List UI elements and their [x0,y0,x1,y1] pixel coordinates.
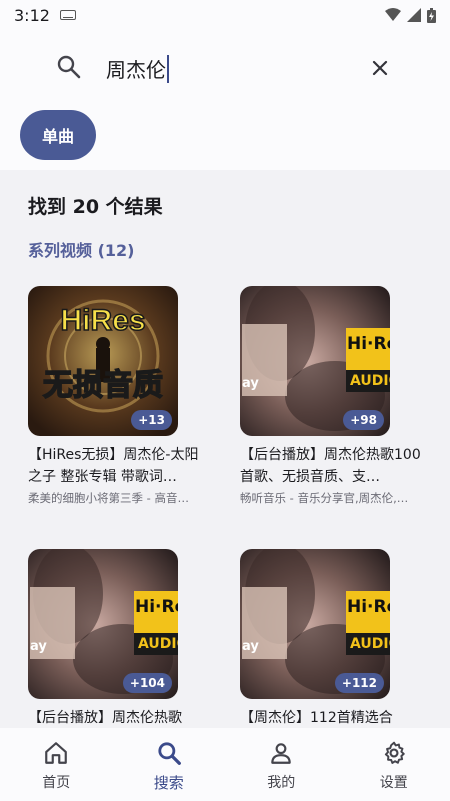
thumb-logo-sub: AUDIO [350,636,390,652]
thumb-logo-text: Hi·Res [347,597,390,617]
count-badge: +13 [131,410,172,430]
video-title: 【后台播放】周杰伦热歌100首歌、无损音质、支… [240,447,421,485]
close-icon[interactable] [368,56,392,80]
thumb-bottom-text: 无损音质 [42,367,164,404]
nav-item-profile[interactable]: 我的 [225,728,338,801]
search-input[interactable]: 周杰伦 [106,54,169,83]
battery-icon [427,7,436,23]
video-subtitle: 畅听音乐 - 音乐分享官,周杰伦,… [240,491,409,505]
nav-label: 搜索 [153,774,184,792]
video-title: 【周杰伦】112首精选合 [240,710,393,726]
search-icon [158,742,181,765]
search-header: 周杰伦 单曲 [0,30,450,170]
text-caret [167,54,169,83]
home-icon [45,742,68,764]
video-thumbnail: Hi·Res AUDIO ay +104 [28,549,178,699]
count-badge: +104 [122,673,172,693]
status-icons [385,7,436,23]
search-icon [57,55,81,79]
gear-icon [384,741,405,764]
person-icon [271,743,291,764]
signal-icon [407,8,421,22]
thumb-side-text: ay [30,639,47,654]
thumb-logo-text: Hi·Res [347,334,390,354]
filter-chip-single[interactable]: 单曲 [20,110,96,160]
video-subtitle: 柔美的细胞小将第三季 - 高音… [28,491,189,505]
nav-item-settings[interactable]: 设置 [338,728,450,801]
bottom-navigation: 首页 搜索 我的 设置 [0,728,450,801]
thumb-logo-sub: AUDIO [350,373,390,389]
results-summary: 找到 20 个结果 [28,196,163,218]
nav-item-search[interactable]: 搜索 [113,728,226,801]
thumb-top-text: HiRes [60,303,147,338]
status-time: 3:12 [14,5,50,25]
thumb-logo-sub: AUDIO [138,636,178,652]
thumb-logo-text: Hi·Res [135,597,178,617]
nav-label: 设置 [379,775,408,791]
video-card[interactable]: Hi·Res AUDIO ay +104 【后台播放】周杰伦热歌 [28,549,213,729]
count-badge: +98 [343,410,384,430]
section-title: 系列视频 (12) [28,241,135,260]
thumb-side-text: ay [242,376,259,391]
keyboard-icon [59,10,76,20]
video-card[interactable]: HiRes 无损音质 +13 【HiRes无损】周杰伦-太阳之子 整张专辑 带歌… [28,286,213,506]
count-badge: +112 [334,673,384,693]
thumb-side-text: ay [242,639,259,654]
video-title: 【后台播放】周杰伦热歌 [28,710,182,726]
nav-label: 我的 [267,775,296,791]
video-card[interactable]: Hi·Res AUDIO ay +98 【后台播放】周杰伦热歌100首歌、无损音… [240,286,425,506]
status-bar: 3:12 [0,0,450,30]
search-bar[interactable]: 周杰伦 [0,48,450,88]
search-input-text: 周杰伦 [106,58,166,82]
nav-item-home[interactable]: 首页 [0,728,113,801]
wifi-icon [385,8,401,21]
video-card[interactable]: Hi·Res AUDIO ay +112 【周杰伦】112首精选合 [240,549,425,729]
video-title: 【HiRes无损】周杰伦-太阳之子 整张专辑 带歌词… [28,447,199,485]
nav-label: 首页 [42,775,71,791]
video-thumbnail: HiRes 无损音质 +13 [28,286,178,436]
video-thumbnail: Hi·Res AUDIO ay +112 [240,549,390,699]
video-thumbnail: Hi·Res AUDIO ay +98 [240,286,390,436]
